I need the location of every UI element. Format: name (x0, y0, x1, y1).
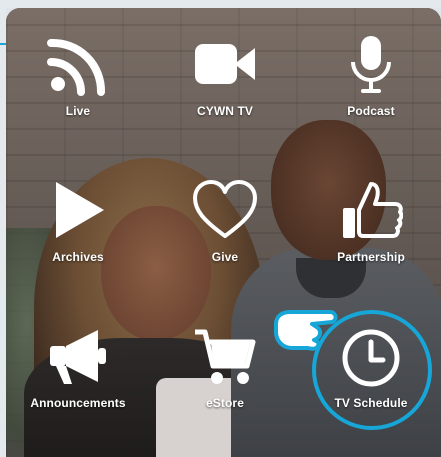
menu-item-cywn-tv[interactable]: CYWN TV (160, 34, 290, 154)
menu-item-label: CYWN TV (196, 104, 254, 118)
menu-item-label: Archives (52, 250, 104, 264)
menu-item-partnership[interactable]: Partnership (306, 180, 436, 300)
pointing-hand-icon (272, 302, 342, 352)
rss-icon (46, 34, 110, 98)
shopping-cart-icon (193, 326, 257, 390)
microphone-icon (339, 34, 403, 98)
menu-item-label: Podcast (347, 104, 395, 118)
play-icon (46, 180, 110, 244)
menu-item-label: Live (65, 104, 91, 118)
menu-item-live[interactable]: Live (13, 34, 143, 154)
video-camera-icon (193, 34, 257, 98)
heart-icon (193, 180, 257, 244)
menu-item-give[interactable]: Give (160, 180, 290, 300)
menu-item-estore[interactable]: eStore (160, 326, 290, 446)
menu-item-label: Partnership (337, 250, 405, 264)
menu-item-label: eStore (206, 396, 244, 410)
background-strip (0, 0, 441, 8)
thumbs-up-icon (339, 180, 403, 244)
app-screen: Live CYWN TV Podcast Archives Give Partn… (0, 0, 441, 457)
menu-item-podcast[interactable]: Podcast (306, 34, 436, 154)
menu-item-label: Announcements (30, 396, 126, 410)
menu-item-announcements[interactable]: Announcements (13, 326, 143, 446)
megaphone-icon (46, 326, 110, 390)
menu-item-label: Give (211, 250, 239, 264)
menu-item-archives[interactable]: Archives (13, 180, 143, 300)
